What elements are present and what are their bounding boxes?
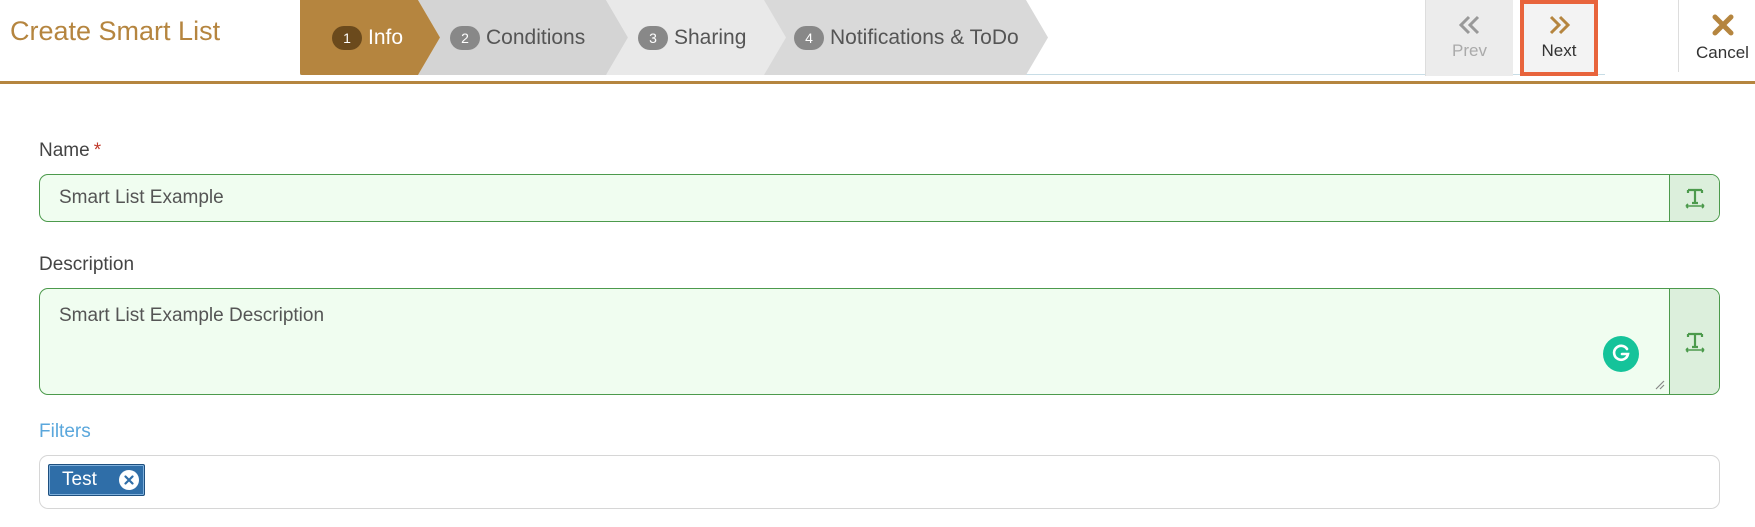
next-label: Next [1541, 41, 1577, 60]
step-label: Conditions [486, 25, 586, 49]
step-label: Sharing [674, 25, 747, 49]
filters-label: Filters [39, 421, 91, 442]
filter-tag-label: Test [62, 469, 97, 490]
name-text-format-button[interactable] [1669, 175, 1719, 221]
cancel-label: Cancel [1696, 43, 1749, 62]
smart-list-form: Name* Description Smart List Example Des… [39, 140, 1720, 509]
description-field: Smart List Example Description [39, 288, 1720, 395]
step-label: Info [368, 25, 404, 49]
filter-tag: Test [48, 464, 145, 496]
step-number-badge: 2 [450, 25, 480, 50]
step-number-badge: 4 [794, 25, 824, 50]
name-field-label: Name * [39, 140, 1720, 164]
required-mark: * [93, 140, 102, 161]
resize-handle-icon[interactable] [1653, 378, 1665, 390]
name-label-text: Name [39, 140, 90, 161]
step-number-badge: 3 [638, 25, 668, 50]
wizard-step-conditions[interactable]: 2 Conditions [418, 0, 628, 75]
remove-tag-icon[interactable] [118, 470, 139, 490]
text-format-icon [1684, 332, 1705, 353]
double-chevron-right-icon [1549, 15, 1571, 35]
wizard-step-notifications[interactable]: 4 Notifications & ToDo [762, 0, 1048, 75]
step-label: Notifications & ToDo [830, 25, 1019, 49]
page-title: Create Smart List [10, 16, 221, 46]
filters-input[interactable]: Test [39, 455, 1720, 509]
grammarly-g-icon [1612, 344, 1630, 362]
step-number-badge: 1 [332, 25, 362, 50]
name-field [39, 174, 1720, 222]
cancel-button[interactable]: Cancel [1690, 0, 1755, 76]
wizard-step-info[interactable]: 1 Info [300, 0, 440, 75]
prev-button[interactable]: Prev [1425, 0, 1513, 76]
toolbar-divider [1678, 0, 1679, 72]
description-text-format-button[interactable] [1669, 289, 1719, 394]
close-icon [124, 475, 134, 485]
description-textarea[interactable]: Smart List Example Description [40, 289, 1669, 394]
description-field-label: Description [39, 254, 135, 275]
wizard-steps: 1 Info 2 Conditions 3 Sharing 4 Notifica… [300, 0, 1050, 76]
close-icon [1712, 14, 1733, 36]
double-chevron-left-icon [1458, 15, 1479, 35]
next-button[interactable]: Next [1520, 0, 1598, 76]
grammarly-icon[interactable] [1603, 336, 1639, 372]
name-input[interactable] [40, 175, 1669, 221]
wizard-step-sharing[interactable]: 3 Sharing [606, 0, 786, 75]
prev-label: Prev [1452, 41, 1487, 60]
text-format-icon [1684, 188, 1705, 209]
